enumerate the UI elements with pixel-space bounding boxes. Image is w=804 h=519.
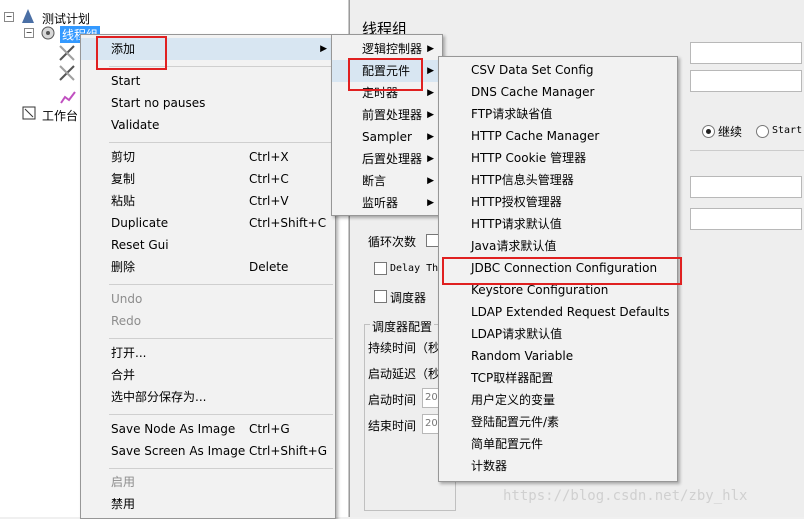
start-radio[interactable]: [756, 125, 769, 138]
menu-item-delete[interactable]: 删除 Delete: [81, 256, 335, 278]
config-item[interactable]: HTTP授权管理器: [439, 191, 677, 213]
config-item[interactable]: FTP请求缺省值: [439, 103, 677, 125]
menu-item-reset-gui[interactable]: Reset Gui: [81, 234, 335, 256]
divider: [690, 150, 804, 151]
menu-item-copy[interactable]: 复制 Ctrl+C: [81, 168, 335, 190]
collapse-icon[interactable]: −: [24, 28, 34, 38]
chevron-right-icon: ▶: [427, 110, 434, 120]
jdbc-highlight-box: [442, 257, 682, 285]
menu-item-start-no-pauses[interactable]: Start no pauses: [81, 92, 335, 114]
menu-item-save-selection[interactable]: 选中部分保存为...: [81, 386, 335, 408]
collapse-icon[interactable]: −: [4, 12, 14, 22]
name-field[interactable]: [690, 42, 802, 64]
loop-label: 循环次数: [368, 235, 417, 249]
tree-workbench-label[interactable]: 工作台: [42, 107, 78, 124]
add-highlight-box: [96, 36, 167, 70]
menu-item-open[interactable]: 打开...: [81, 342, 335, 364]
chevron-right-icon: ▶: [427, 198, 434, 208]
config-item[interactable]: LDAP请求默认值: [439, 323, 677, 345]
start-radio-label: Start: [772, 125, 803, 136]
start-time-label: 启动时间: [368, 393, 417, 407]
end-time-label: 结束时间: [368, 419, 417, 433]
menu-item-redo: Redo: [111, 314, 142, 328]
menu-item-merge[interactable]: 合并: [81, 364, 335, 386]
submenu-item-preprocessor[interactable]: 前置处理器 ▶: [332, 104, 442, 126]
chart-icon: [60, 90, 76, 104]
chevron-right-icon: ▶: [427, 66, 434, 76]
delay-label: Delay Th: [390, 263, 439, 274]
test-plan-icon: [22, 9, 34, 23]
menu-item-validate[interactable]: Validate: [81, 114, 335, 136]
config-item[interactable]: CSV Data Set Config: [439, 59, 677, 81]
config-item[interactable]: HTTP Cookie 管理器: [439, 147, 677, 169]
menu-item-cut[interactable]: 剪切 Ctrl+X: [81, 146, 335, 168]
threads-field[interactable]: [690, 176, 802, 198]
menu-item-paste[interactable]: 粘贴 Ctrl+V: [81, 190, 335, 212]
delay-checkbox[interactable]: [374, 262, 387, 275]
config-item[interactable]: Java请求默认值: [439, 235, 677, 257]
scheduler-label: 调度器: [390, 291, 427, 305]
config-item[interactable]: Random Variable: [439, 345, 677, 367]
submenu-item-assertion[interactable]: 断言 ▶: [332, 170, 442, 192]
scheduler-config-title: 调度器配置: [370, 318, 435, 335]
tool-icon: [58, 64, 76, 82]
menu-item-undo: Undo: [111, 292, 143, 306]
config-item[interactable]: 计数器: [439, 455, 677, 477]
submenu-item-postprocessor[interactable]: 后置处理器 ▶: [332, 148, 442, 170]
comment-field[interactable]: [690, 70, 802, 92]
chevron-right-icon: ▶: [427, 176, 434, 186]
scheduler-checkbox[interactable]: [374, 290, 387, 303]
menu-item-save-screen-image[interactable]: Save Screen As Image Ctrl+Shift+G: [81, 440, 335, 462]
chevron-right-icon: ▶: [427, 154, 434, 164]
config-item[interactable]: TCP取样器配置: [439, 367, 677, 389]
config-item[interactable]: 简单配置元件: [439, 433, 677, 455]
watermark: https://blog.csdn.net/zby_hlx: [503, 488, 748, 504]
chevron-right-icon: ▶: [427, 44, 434, 54]
menu-item-enable: 启用: [111, 475, 136, 489]
thread-group-icon: [40, 26, 56, 40]
tree-root-label[interactable]: 测试计划: [42, 10, 90, 27]
menu-item-duplicate[interactable]: Duplicate Ctrl+Shift+C: [81, 212, 335, 234]
duration-label: 持续时间（秒: [368, 341, 441, 355]
menu-item-save-node-image[interactable]: Save Node As Image Ctrl+G: [81, 418, 335, 440]
context-menu: 添加 ▶ Start Start no pauses Validate 剪切 Ctr…: [80, 34, 336, 519]
config-item[interactable]: 登陆配置元件/素: [439, 411, 677, 433]
submenu-item-logic-controller[interactable]: 逻辑控制器 ▶: [332, 38, 442, 60]
continue-radio-label: 继续: [718, 125, 743, 139]
config-item[interactable]: HTTP信息头管理器: [439, 169, 677, 191]
workbench-icon: [22, 106, 36, 120]
chevron-right-icon: ▶: [427, 88, 434, 98]
chevron-right-icon: ▶: [427, 132, 434, 142]
config-item[interactable]: HTTP请求默认值: [439, 213, 677, 235]
chevron-right-icon: ▶: [320, 44, 327, 54]
submenu-item-listener[interactable]: 监听器 ▶: [332, 192, 442, 214]
config-item[interactable]: 用户定义的变量: [439, 389, 677, 411]
startup-delay-label: 启动延迟（秒: [368, 367, 441, 381]
submenu-item-sampler[interactable]: Sampler ▶: [332, 126, 442, 148]
menu-item-start[interactable]: Start: [81, 70, 335, 92]
end-time-value: 20: [425, 418, 438, 429]
start-time-value: 20: [425, 392, 438, 403]
config-item[interactable]: DNS Cache Manager: [439, 81, 677, 103]
tool-icon: [58, 44, 76, 62]
config-item[interactable]: LDAP Extended Request Defaults: [439, 301, 677, 323]
config-item[interactable]: HTTP Cache Manager: [439, 125, 677, 147]
continue-radio[interactable]: [702, 125, 715, 138]
menu-item-disable[interactable]: 禁用: [81, 493, 335, 515]
rampup-field[interactable]: [690, 208, 802, 230]
config-element-highlight-box: [348, 58, 423, 91]
